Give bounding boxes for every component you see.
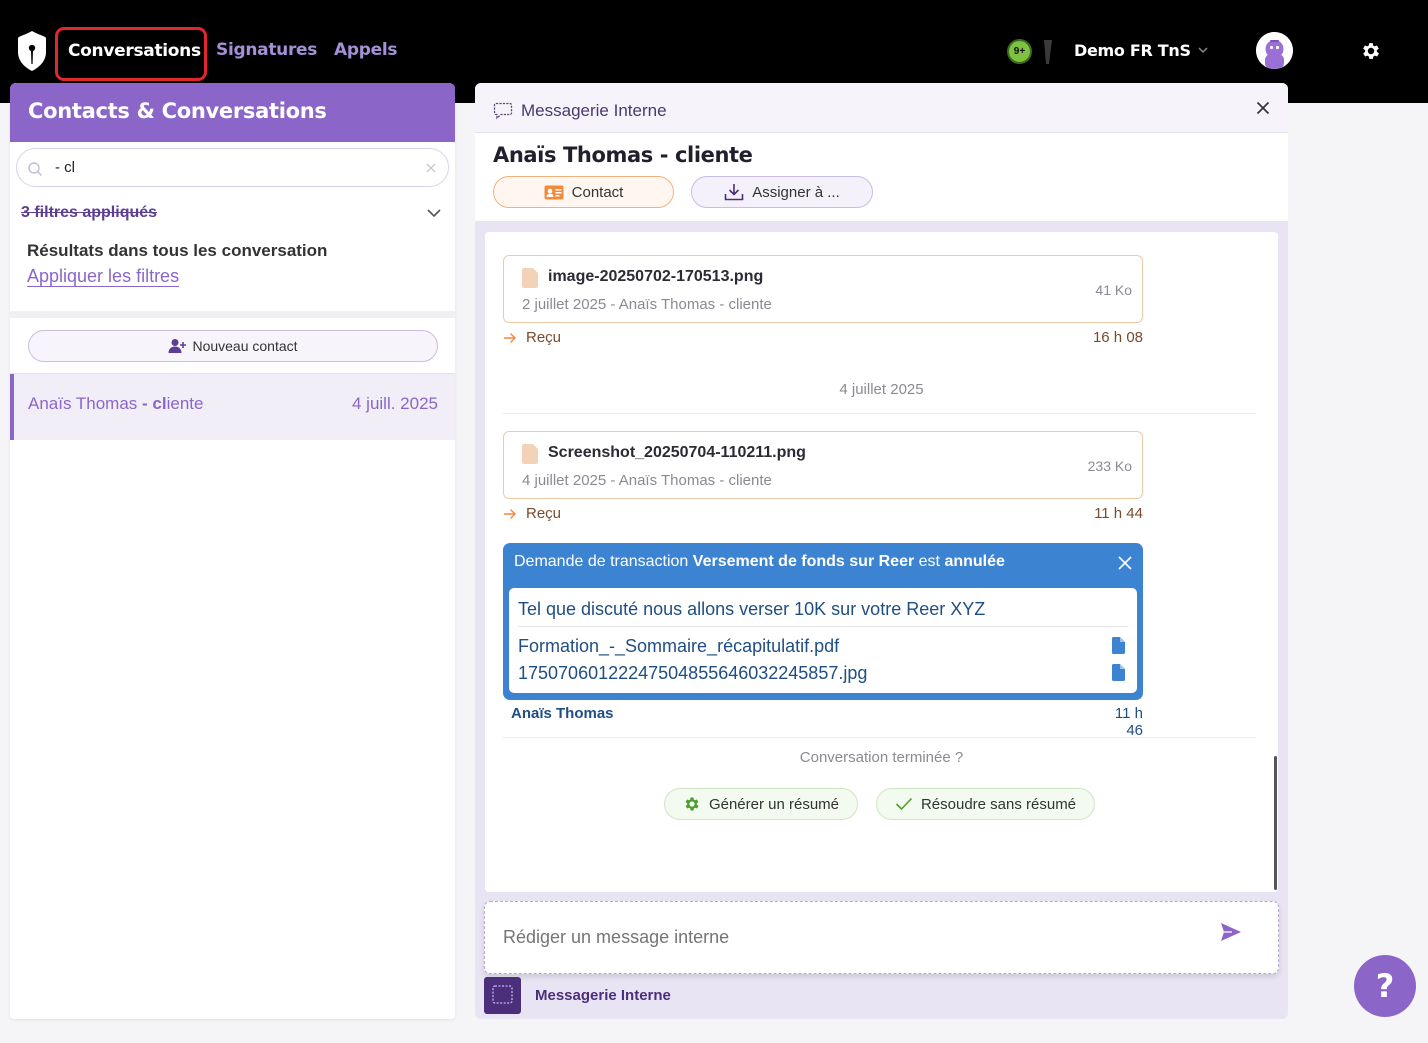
file-attachment-card[interactable]: image-20250702-170513.png 2 juillet 2025…	[503, 255, 1143, 323]
gear-icon[interactable]	[1360, 40, 1382, 62]
search-icon	[28, 162, 42, 176]
results-heading: Résultats dans tous les conversation	[27, 241, 328, 260]
conversation-date: 4 juill. 2025	[351, 394, 438, 413]
send-icon[interactable]	[1220, 922, 1242, 942]
transaction-file-link[interactable]: Formation_-_Sommaire_récapitulatif.pdf	[518, 636, 839, 657]
message-status-row: Reçu 11 h 44	[503, 505, 1143, 525]
panel-top-bar: Messagerie Interne	[475, 83, 1288, 133]
file-size: 41 Ko	[1095, 282, 1132, 298]
transaction-file-link[interactable]: 17507060122247504855646032245857.jpg	[518, 663, 867, 684]
avatar-face-icon	[1256, 32, 1293, 69]
search-highlight: - cl	[142, 394, 167, 413]
search-box[interactable]	[16, 148, 449, 187]
apply-filters-link[interactable]: Appliquer les filtres	[27, 266, 179, 287]
assign-button[interactable]: Assigner à ...	[691, 176, 873, 208]
generate-summary-label: Générer un résumé	[708, 795, 840, 813]
workspace-selector[interactable]: Demo FR TnS	[1074, 41, 1191, 60]
resolve-without-summary-button[interactable]: Résoudre sans résumé	[876, 788, 1095, 820]
file-name: Screenshot_20250704-110211.png	[548, 444, 806, 461]
transaction-body: Tel que discuté nous allons verser 10K s…	[509, 588, 1137, 693]
close-icon[interactable]	[1256, 101, 1270, 115]
transaction-divider	[518, 626, 1128, 627]
message-thread[interactable]: image-20250702-170513.png 2 juillet 2025…	[485, 232, 1278, 892]
message-status: Reçu	[526, 505, 562, 522]
divider-mark-icon	[1044, 40, 1052, 64]
chat-dashed-icon	[492, 985, 513, 1004]
conversation-ended-prompt: Conversation terminée ?	[799, 749, 964, 766]
file-name: image-20250702-170513.png	[548, 268, 764, 285]
document-icon[interactable]	[1112, 664, 1125, 681]
download-icon	[724, 184, 744, 201]
message-time: 11 h 46	[1114, 705, 1143, 739]
arrow-right-icon	[504, 333, 516, 343]
message-composer[interactable]	[484, 901, 1279, 974]
message-author: Anaïs Thomas	[511, 705, 614, 722]
contact-name: Anaïs Thomas - cliente	[493, 143, 753, 167]
new-contact-label: Nouveau contact	[192, 338, 298, 354]
contacts-panel-title: Contacts & Conversations	[10, 83, 455, 142]
nav-tab-conversations-label: Conversations	[68, 41, 201, 61]
checkmark-icon	[895, 797, 913, 811]
internal-messaging-icon[interactable]	[484, 977, 521, 1014]
chevron-down-icon[interactable]	[426, 207, 442, 219]
file-attachment-card[interactable]: Screenshot_20250704-110211.png 4 juillet…	[503, 431, 1143, 499]
help-button[interactable]: ?	[1354, 955, 1416, 1017]
contacts-panel: Contacts & Conversations 3 filtres appli…	[10, 83, 455, 1019]
gear-icon	[685, 797, 699, 811]
transaction-request-card[interactable]: Demande de transaction Versement de fond…	[503, 543, 1143, 700]
resolve-without-summary-label: Résoudre sans résumé	[920, 795, 1077, 813]
transaction-message: Tel que discuté nous allons verser 10K s…	[518, 599, 986, 619]
generate-summary-button[interactable]: Générer un résumé	[664, 788, 858, 820]
section-divider	[10, 311, 455, 318]
nav-tab-appels[interactable]: Appels	[334, 40, 397, 60]
chat-bubble-icon	[493, 102, 513, 120]
message-status: Reçu	[526, 329, 562, 346]
day-separator: 4 juillet 2025	[839, 381, 924, 398]
add-user-icon	[168, 339, 187, 353]
nav-tab-conversations[interactable]: Conversations	[55, 27, 207, 81]
transaction-title: Demande de transaction Versement de fond…	[514, 553, 1005, 570]
conversation-header: Anaïs Thomas - cliente Contact Assigner …	[475, 133, 1288, 221]
nav-tab-signatures[interactable]: Signatures	[216, 40, 317, 60]
file-icon	[522, 444, 538, 464]
app-logo-icon[interactable]	[16, 30, 48, 72]
applied-filters-toggle[interactable]: 3 filtres appliqués	[21, 204, 157, 222]
thread-scrollbar[interactable]	[1274, 756, 1277, 890]
new-contact-button[interactable]: Nouveau contact	[28, 330, 438, 362]
file-meta: 4 juillet 2025 - Anaïs Thomas - cliente	[522, 472, 772, 489]
chevron-down-icon[interactable]	[1197, 44, 1209, 56]
search-input[interactable]	[55, 159, 405, 176]
day-separator-line	[503, 413, 1256, 414]
contact-button[interactable]: Contact	[493, 176, 674, 208]
assign-button-label: Assigner à ...	[752, 183, 840, 201]
file-meta: 2 juillet 2025 - Anaïs Thomas - cliente	[522, 296, 772, 313]
message-time: 11 h 44	[1094, 505, 1143, 522]
notifications-badge[interactable]: 9+	[1007, 39, 1032, 64]
file-size: 233 Ko	[1087, 458, 1132, 474]
message-status-row: Reçu 16 h 08	[503, 329, 1143, 349]
user-avatar[interactable]	[1256, 32, 1293, 69]
conversation-list-item[interactable]: Anaïs Thomas - cliente 4 juill. 2025	[10, 374, 455, 440]
message-input[interactable]	[503, 927, 1203, 948]
internal-messaging-label: Messagerie Interne	[535, 987, 671, 1004]
message-time: 16 h 08	[1092, 329, 1143, 346]
conversation-panel: Messagerie Interne Anaïs Thomas - client…	[475, 83, 1288, 1019]
section-divider	[503, 737, 1256, 738]
panel-title: Messagerie Interne	[521, 101, 667, 120]
contact-button-label: Contact	[571, 183, 624, 201]
arrow-right-icon	[504, 509, 516, 519]
file-icon	[522, 268, 538, 288]
document-icon[interactable]	[1112, 637, 1125, 654]
close-icon[interactable]	[1118, 556, 1132, 570]
clear-search-icon[interactable]	[424, 161, 438, 175]
contact-card-icon	[544, 185, 564, 199]
conversation-name: Anaïs Thomas - cliente	[28, 394, 204, 413]
